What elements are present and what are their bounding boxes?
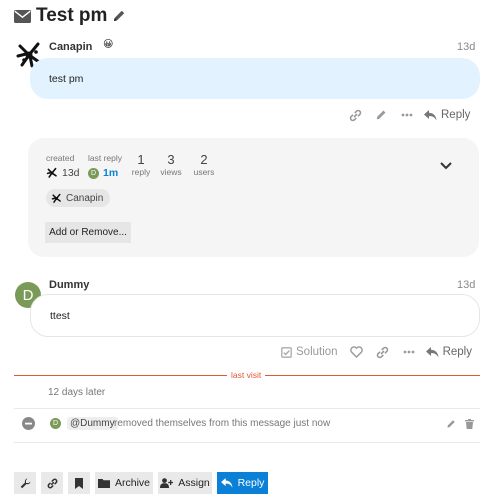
time-gap-label: 12 days later [48,387,106,398]
post-body: ttest [30,294,480,337]
avatar[interactable] [46,167,58,179]
minus-circle-icon [22,417,35,430]
link-icon[interactable] [370,342,396,362]
post-dummy: D Dummy 13d ttest Solution Reply [0,275,494,365]
post-text: test pm [49,72,84,85]
post-username[interactable]: Dummy [49,279,89,291]
envelope-icon [14,9,31,23]
divider [14,408,480,409]
last-reply-label: last reply [88,153,123,163]
users-count: 2 [200,152,208,167]
link-icon[interactable] [342,105,368,125]
post-username[interactable]: Canapin [49,41,92,53]
expand-button[interactable] [430,152,462,180]
post-date[interactable]: 13d [457,41,475,53]
participant-name: Canapin [66,192,104,204]
post-body: test pm [30,58,480,99]
reply-count-label: reply [131,167,151,177]
archive-button[interactable]: Archive [95,472,153,494]
heart-icon[interactable] [344,342,370,362]
topic-title-row: Test pm [14,4,126,28]
post-canapin: Canapin 😀 13d test pm Reply [0,36,494,131]
reply-label: Reply [442,346,472,358]
last-reply-value: 1m [103,167,119,179]
archive-label: Archive [114,477,150,489]
reply-icon [424,109,437,121]
assign-label: Assign [178,477,210,489]
last-reply-stat[interactable]: last reply D 1m [88,153,122,179]
ellipsis-icon[interactable] [394,105,420,125]
small-action-text: removed themselves from this message jus… [114,418,331,429]
views-stat: 3 views [158,152,184,177]
reply-icon [425,346,439,358]
avatar[interactable]: D [50,418,61,429]
reply-count: 1 [137,152,145,167]
bookmark-icon [75,477,83,489]
replies-stat: 1 reply [130,152,152,177]
reply-icon [220,478,233,488]
post-actions: Solution Reply [281,342,472,362]
avatar [51,193,62,204]
users-stat: 2 users [192,152,216,177]
pencil-icon[interactable] [368,105,394,125]
post-actions: Reply [342,105,470,125]
post-text: ttest [50,309,70,322]
folder-icon [97,478,110,488]
chevron-down-icon [440,162,452,170]
reply-label: Reply [441,109,471,121]
trash-icon[interactable] [465,419,474,429]
solution-label: Solution [296,346,338,358]
small-action-post: D @Dummy removed themselves from this me… [0,410,494,442]
views-count: 3 [167,152,175,167]
link-icon [47,478,58,489]
bookmark-button[interactable] [68,472,90,494]
assign-button[interactable]: Assign [158,472,212,494]
ellipsis-icon[interactable] [396,342,422,362]
add-remove-button[interactable]: Add or Remove... [45,222,131,243]
check-square-icon [281,346,292,358]
views-label: views [160,167,182,177]
reply-button[interactable]: Reply [425,346,472,358]
created-label: created [46,153,75,163]
created-value: 13d [62,167,80,179]
participant-chip[interactable]: Canapin [46,189,111,207]
user-status-emoji: 😀 [103,39,114,50]
page-title: Test pm [36,5,108,26]
share-link-button[interactable] [41,472,63,494]
reply-button[interactable]: Reply [217,472,268,494]
add-remove-label: Add or Remove... [49,227,127,238]
admin-wrench-button[interactable] [14,472,36,494]
users-label: users [193,167,215,177]
post-date[interactable]: 13d [457,279,475,291]
reply-button[interactable]: Reply [424,109,470,121]
wrench-icon [20,478,31,489]
user-mention[interactable]: @Dummy [67,417,118,430]
divider [14,442,480,443]
pencil-icon[interactable] [446,419,456,429]
last-visit-label: last visit [227,370,266,380]
topic-map: created 13d last reply D 1m 1 reply 3 vi… [28,138,479,257]
avatar[interactable]: D [88,167,99,179]
reply-label: Reply [237,477,265,489]
created-stat: created 13d [46,153,80,179]
solution-button[interactable]: Solution [281,346,338,358]
pencil-icon[interactable] [112,9,126,23]
user-plus-icon [160,478,174,488]
